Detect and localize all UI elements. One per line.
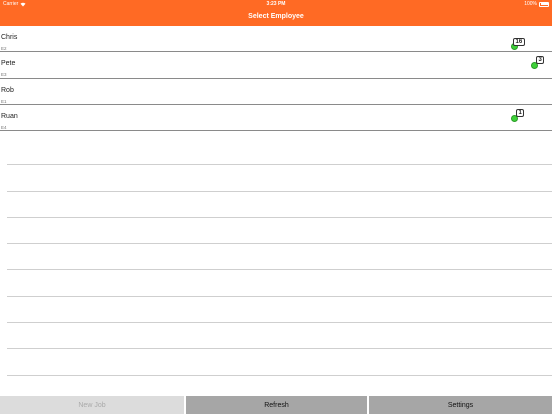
empty-row [7,297,552,324]
empty-row [7,323,552,350]
employee-row-pete[interactable]: Pete E3 3 [0,52,552,79]
refresh-button[interactable]: Refresh [186,396,367,414]
empty-row [7,349,552,376]
employee-code: E1 [1,98,7,104]
employee-row-ruan[interactable]: Ruan E4 1 [0,105,552,132]
navigation-bar: Select Employee [0,9,552,26]
employee-name: Pete [1,60,16,68]
status-bar: Carrier 3:23 PM 100% [0,0,552,9]
battery-indicator: 100% [524,1,549,7]
empty-row [7,165,552,192]
employee-name: Rob [1,86,14,94]
empty-row [7,192,552,218]
employee-code: E3 [1,72,7,78]
settings-button[interactable]: Settings [369,396,552,414]
new-job-button[interactable]: New Job [0,396,184,414]
job-count-badge: 3 [536,56,545,65]
empty-row [7,244,552,271]
empty-row [7,139,552,166]
employee-row-rob[interactable]: Rob E1 [0,79,552,105]
employee-code: E2 [1,46,7,51]
page-title: Select Employee [248,13,304,20]
battery-icon [539,1,549,7]
employee-name: Ruan [1,112,18,120]
employee-name: Chris [1,34,18,41]
empty-list-area [0,139,552,376]
job-count-badge: 1 [516,108,525,117]
bottom-toolbar: New Job Refresh Settings [0,396,552,414]
empty-row [7,270,552,297]
status-time: 3:23 PM [266,1,286,7]
job-count-badge: 16 [513,38,525,46]
employee-code: E4 [1,124,7,130]
empty-row [7,218,552,245]
app-screen: Carrier 3:23 PM 100% Select Employee Chr… [0,0,552,414]
employee-list: Chris E2 16 Pete E3 3 Rob E1 Ruan E4 1 [0,26,552,132]
employee-row-chris[interactable]: Chris E2 16 [0,26,552,53]
battery-percent: 100% [524,1,537,7]
